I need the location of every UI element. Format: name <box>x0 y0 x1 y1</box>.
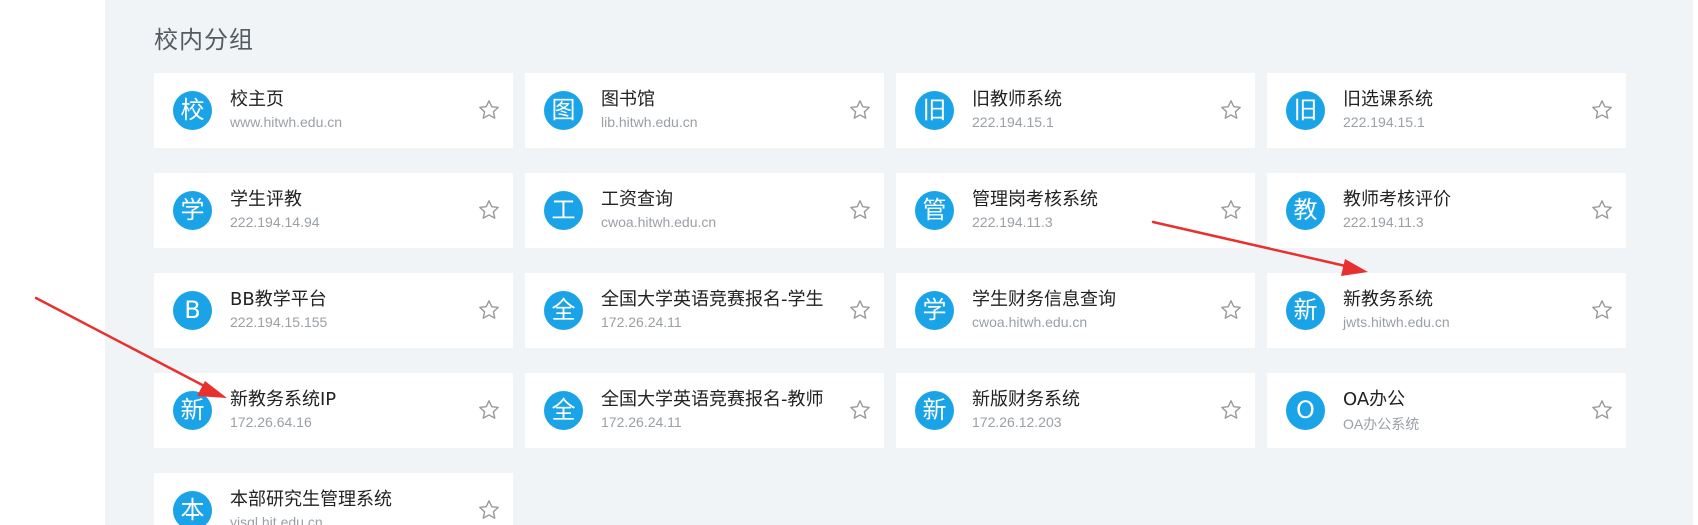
app-url: 172.26.24.11 <box>601 414 682 430</box>
app-url: yjsgl.hit.edu.cn <box>230 514 323 525</box>
app-url: cwoa.hitwh.edu.cn <box>601 214 717 230</box>
app-card[interactable]: 新 新教务系统IP 172.26.64.16 <box>154 373 513 448</box>
app-url: 172.26.24.11 <box>601 314 682 330</box>
app-title: BB教学平台 <box>230 289 327 310</box>
star-icon[interactable] <box>848 198 872 222</box>
star-icon[interactable] <box>1219 198 1243 222</box>
app-card[interactable]: 学 学生财务信息查询 cwoa.hitwh.edu.cn <box>896 273 1255 348</box>
app-title: 全国大学英语竞赛报名-学生 <box>601 289 824 310</box>
app-title: 新教务系统IP <box>230 389 337 410</box>
app-avatar-icon: 学 <box>173 191 212 230</box>
app-url: OA办公系统 <box>1343 416 1420 432</box>
app-title: 教师考核评价 <box>1343 189 1451 210</box>
app-card[interactable]: 旧 旧教师系统 222.194.15.1 <box>896 73 1255 148</box>
app-card[interactable]: O OA办公 OA办公系统 <box>1267 373 1626 448</box>
app-title: 全国大学英语竞赛报名-教师 <box>601 389 824 410</box>
app-avatar-icon: 图 <box>544 91 583 130</box>
app-card[interactable]: 新 新版财务系统 172.26.12.203 <box>896 373 1255 448</box>
star-icon[interactable] <box>1590 398 1614 422</box>
star-icon[interactable] <box>1590 198 1614 222</box>
app-url: 222.194.11.3 <box>1343 214 1424 230</box>
app-avatar-icon: 全 <box>544 291 583 330</box>
app-avatar-icon: 新 <box>1286 291 1325 330</box>
star-icon[interactable] <box>848 298 872 322</box>
app-url: cwoa.hitwh.edu.cn <box>972 314 1088 330</box>
app-card[interactable]: 新 新教务系统 jwts.hitwh.edu.cn <box>1267 273 1626 348</box>
app-avatar-icon: 新 <box>173 391 212 430</box>
app-title: 工资查询 <box>601 189 673 210</box>
app-card[interactable]: B BB教学平台 222.194.15.155 <box>154 273 513 348</box>
app-card[interactable]: 管 管理岗考核系统 222.194.11.3 <box>896 173 1255 248</box>
app-avatar-icon: O <box>1286 391 1325 430</box>
app-card[interactable]: 全 全国大学英语竞赛报名-学生 172.26.24.11 <box>525 273 884 348</box>
app-avatar-icon: 本 <box>173 491 212 525</box>
app-url: 222.194.14.94 <box>230 214 320 230</box>
app-title: 校主页 <box>230 89 284 110</box>
app-avatar-icon: 旧 <box>915 91 954 130</box>
app-url: www.hitwh.edu.cn <box>230 114 343 130</box>
star-icon[interactable] <box>1219 398 1243 422</box>
app-title: 新教务系统 <box>1343 289 1433 310</box>
app-avatar-icon: 管 <box>915 191 954 230</box>
star-icon[interactable] <box>1219 98 1243 122</box>
app-url: jwts.hitwh.edu.cn <box>1343 314 1450 330</box>
app-url: 222.194.11.3 <box>972 214 1053 230</box>
app-avatar-icon: 校 <box>173 91 212 130</box>
app-card-grid: 校 校主页 www.hitwh.edu.cn 图 图书馆 lib.hitwh.e… <box>0 0 1698 525</box>
app-avatar-icon: 全 <box>544 391 583 430</box>
app-title: 本部研究生管理系统 <box>230 489 392 510</box>
app-url: 172.26.64.16 <box>230 414 312 430</box>
app-title: 学生评教 <box>230 189 302 210</box>
app-card[interactable]: 本 本部研究生管理系统 yjsgl.hit.edu.cn <box>154 473 513 525</box>
star-icon[interactable] <box>477 98 501 122</box>
app-title: 图书馆 <box>601 89 655 110</box>
star-icon[interactable] <box>848 398 872 422</box>
app-title: 管理岗考核系统 <box>972 189 1098 210</box>
app-card[interactable]: 图 图书馆 lib.hitwh.edu.cn <box>525 73 884 148</box>
app-avatar-icon: 旧 <box>1286 91 1325 130</box>
app-card[interactable]: 工 工资查询 cwoa.hitwh.edu.cn <box>525 173 884 248</box>
app-avatar-icon: 教 <box>1286 191 1325 230</box>
app-url: 222.194.15.155 <box>230 314 328 330</box>
app-title: 旧选课系统 <box>1343 89 1433 110</box>
app-url: 222.194.15.1 <box>972 114 1054 130</box>
star-icon[interactable] <box>1590 298 1614 322</box>
star-icon[interactable] <box>477 198 501 222</box>
app-card[interactable]: 教 教师考核评价 222.194.11.3 <box>1267 173 1626 248</box>
app-card[interactable]: 全 全国大学英语竞赛报名-教师 172.26.24.11 <box>525 373 884 448</box>
app-avatar-icon: 工 <box>544 191 583 230</box>
app-title: 学生财务信息查询 <box>972 289 1116 310</box>
app-title: 新版财务系统 <box>972 389 1080 410</box>
star-icon[interactable] <box>477 298 501 322</box>
app-title: 旧教师系统 <box>972 89 1062 110</box>
app-url: 172.26.12.203 <box>972 414 1062 430</box>
app-url: lib.hitwh.edu.cn <box>601 114 698 130</box>
app-avatar-icon: 新 <box>915 391 954 430</box>
app-title: OA办公 <box>1343 389 1406 410</box>
star-icon[interactable] <box>1219 298 1243 322</box>
app-url: 222.194.15.1 <box>1343 114 1425 130</box>
star-icon[interactable] <box>1590 98 1614 122</box>
app-card[interactable]: 学 学生评教 222.194.14.94 <box>154 173 513 248</box>
app-card[interactable]: 校 校主页 www.hitwh.edu.cn <box>154 73 513 148</box>
star-icon[interactable] <box>848 98 872 122</box>
star-icon[interactable] <box>477 398 501 422</box>
app-card[interactable]: 旧 旧选课系统 222.194.15.1 <box>1267 73 1626 148</box>
app-avatar-icon: B <box>173 291 212 330</box>
star-icon[interactable] <box>477 498 501 522</box>
app-avatar-icon: 学 <box>915 291 954 330</box>
